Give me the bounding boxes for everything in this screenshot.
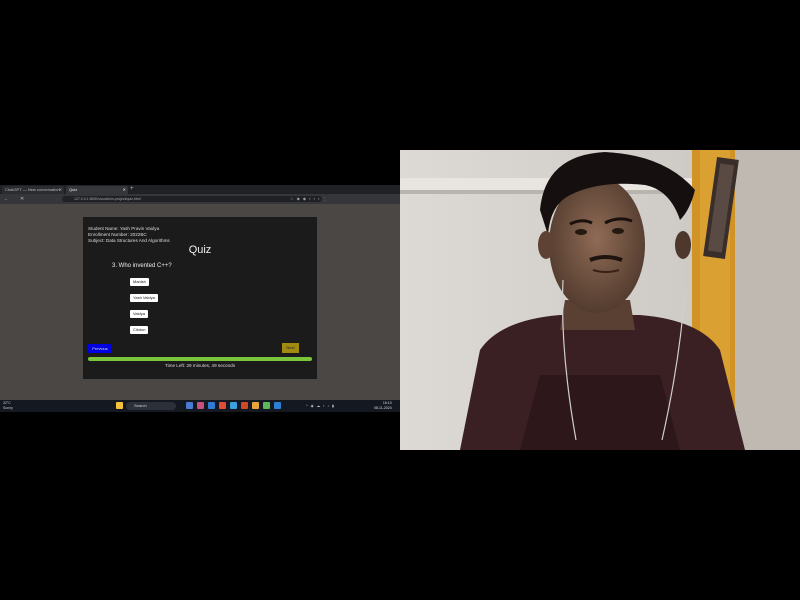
screen-share: ChatGPT — New conversation ✕ Quiz ✕ + ← ✕ …: [0, 185, 400, 412]
option-button[interactable]: Vaidya: [130, 310, 148, 318]
timer-text: Time Left: 29 minutes, 49 seconds: [164, 363, 236, 368]
stop-icon[interactable]: ✕: [20, 195, 24, 203]
app-icon[interactable]: [197, 402, 204, 409]
tab-label: ChatGPT — New conversation: [5, 187, 60, 192]
app-icon[interactable]: [241, 402, 248, 409]
webcam-feed: [400, 150, 800, 450]
app-icon[interactable]: [230, 402, 237, 409]
back-icon[interactable]: ←: [4, 195, 9, 203]
quiz-title: Quiz: [188, 244, 212, 256]
tab-chatgpt[interactable]: ChatGPT — New conversation ✕: [2, 186, 64, 194]
weather-desc: Sunny: [3, 406, 13, 410]
next-button[interactable]: Next: [282, 343, 299, 353]
app-icon[interactable]: [219, 402, 226, 409]
tab-quiz[interactable]: Quiz ✕: [66, 186, 128, 194]
close-icon[interactable]: ✕: [123, 186, 126, 194]
previous-button[interactable]: Previous: [88, 344, 112, 353]
taskbar-search[interactable]: Search: [126, 402, 176, 410]
webcam-image: [400, 150, 800, 450]
extension-icons[interactable]: ☆ ◆ ◆ ▪ ▪ ▪ ⋮: [290, 196, 328, 202]
option-button[interactable]: Manish: [130, 278, 149, 286]
tab-label: Quiz: [69, 187, 78, 192]
browser-tabbar: ChatGPT — New conversation ✕ Quiz ✕ +: [0, 185, 400, 194]
student-info: Student Name: Yash Pravin Vaidya Enrollm…: [88, 226, 170, 244]
clock[interactable]: 16:10 08-11-2024: [374, 401, 392, 411]
taskbar: 32°C Sunny Search ^ ◉ ☁ ▪ ♪ ▮ 16:10 08-1…: [0, 400, 400, 412]
question-text: 3. Who invented C++?: [112, 263, 172, 269]
weather-widget[interactable]: 32°C Sunny: [3, 401, 13, 411]
app-icon[interactable]: [252, 402, 259, 409]
system-tray[interactable]: ^ ◉ ☁ ▪ ♪ ▮: [306, 402, 335, 410]
app-icon[interactable]: [263, 402, 270, 409]
taskview-icon[interactable]: [186, 402, 193, 409]
option-button[interactable]: Yash Vaidya: [130, 294, 158, 302]
url-input[interactable]: 127.0.0.1:5500/vscode/cs-project/quiz.ht…: [62, 196, 322, 202]
progress-bar: [88, 357, 312, 361]
new-tab-button[interactable]: +: [130, 185, 134, 194]
quiz-card: Student Name: Yash Pravin Vaidya Enrollm…: [83, 217, 317, 379]
app-icon[interactable]: [208, 402, 215, 409]
close-icon[interactable]: ✕: [59, 186, 62, 194]
option-button[interactable]: Clinton: [130, 326, 149, 334]
windows-start-icon[interactable]: [116, 402, 123, 409]
address-bar-row: ← ✕ 127.0.0.1:5500/vscode/cs-project/qui…: [0, 194, 400, 204]
progress-fill: [88, 357, 312, 361]
app-icon[interactable]: [274, 402, 281, 409]
clock-date: 08-11-2024: [374, 406, 392, 410]
